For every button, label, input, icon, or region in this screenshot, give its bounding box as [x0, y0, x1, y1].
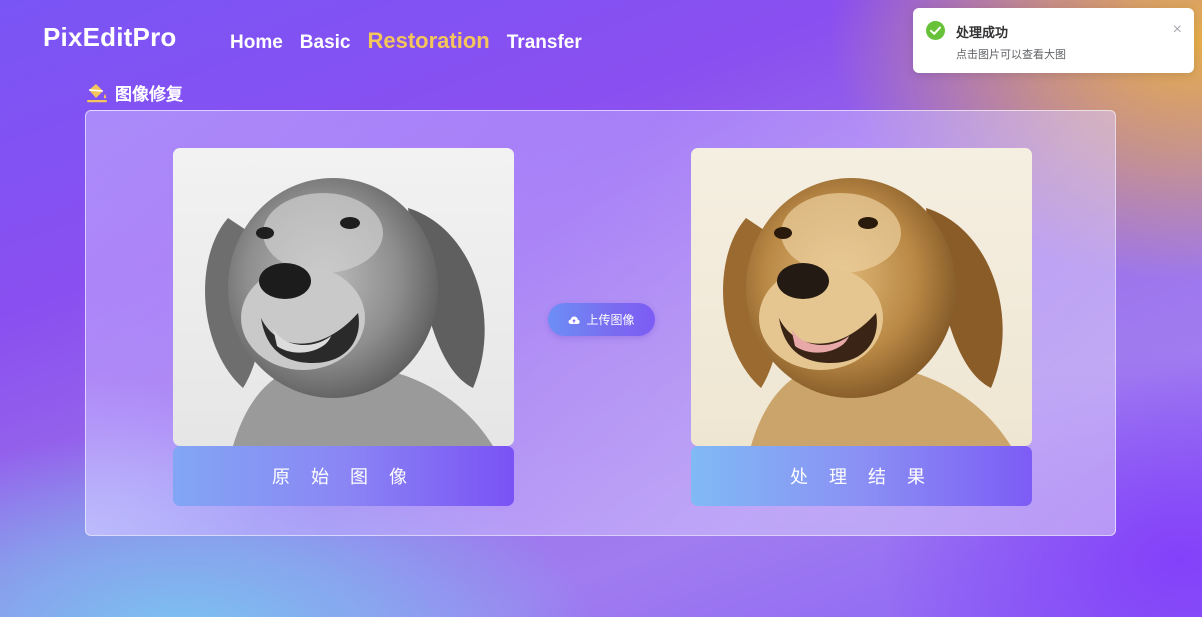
- dog-photo-grayscale: [173, 148, 514, 446]
- close-icon[interactable]: ×: [1173, 22, 1182, 38]
- original-image[interactable]: [173, 148, 514, 446]
- nav-transfer[interactable]: Transfer: [507, 32, 582, 54]
- original-caption: 原 始 图 像: [173, 446, 514, 506]
- nav-basic[interactable]: Basic: [300, 32, 351, 54]
- toast-title: 处理成功: [956, 25, 1009, 40]
- original-image-card: 原 始 图 像: [173, 148, 514, 506]
- success-toast: 处理成功 点击图片可以查看大图 ×: [913, 8, 1194, 73]
- nav-home[interactable]: Home: [230, 32, 283, 54]
- upload-button-label: 上传图像: [586, 313, 635, 327]
- result-image[interactable]: [691, 148, 1032, 446]
- dog-photo-colorized: [691, 148, 1032, 446]
- paint-bucket-icon: [87, 83, 107, 102]
- section-title: 图像修复: [115, 85, 183, 104]
- toast-message: 点击图片可以查看大图: [956, 49, 1066, 61]
- result-image-card: 处 理 结 果: [691, 148, 1032, 506]
- restoration-panel: 原 始 图 像 上传图像 处 理 结 果: [85, 110, 1116, 536]
- result-caption: 处 理 结 果: [691, 446, 1032, 506]
- success-check-icon: [926, 21, 945, 40]
- section-header: 图像修复: [86, 80, 183, 105]
- nav-restoration[interactable]: Restoration: [368, 28, 490, 54]
- main-nav: Home Basic Restoration Transfer: [230, 28, 599, 54]
- app-logo[interactable]: PixEditPro: [43, 22, 176, 53]
- cloud-upload-icon: [568, 316, 581, 324]
- upload-image-button[interactable]: 上传图像: [548, 303, 655, 336]
